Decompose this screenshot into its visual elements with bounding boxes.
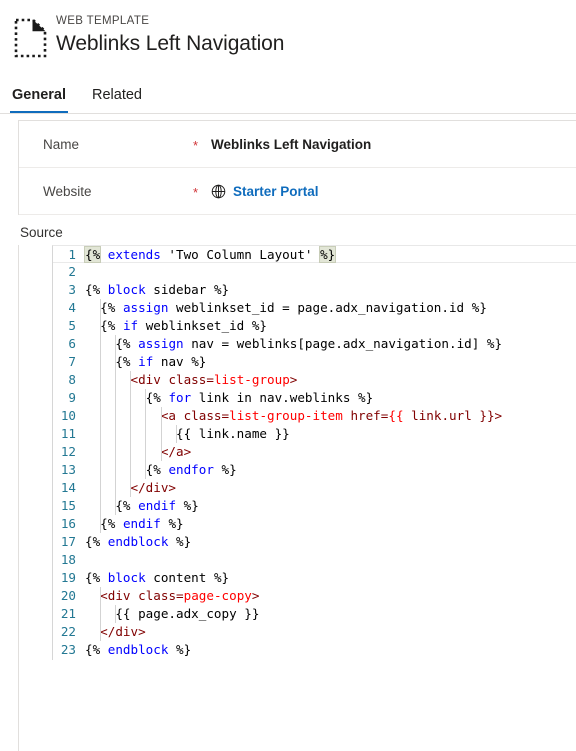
- website-required-indicator: *: [193, 184, 199, 200]
- globe-icon: [211, 184, 226, 199]
- code-text[interactable]: {% endif %}: [85, 515, 576, 533]
- code-line[interactable]: 7 {% if nav %}: [53, 353, 576, 371]
- code-line[interactable]: 1 {% extends 'Two Column Layout' %}: [53, 246, 576, 263]
- code-line[interactable]: 12 </a>: [53, 443, 576, 461]
- code-text[interactable]: </div>: [85, 623, 576, 641]
- code-line[interactable]: 9 {% for link in nav.weblinks %}: [53, 389, 576, 407]
- name-field-value[interactable]: Weblinks Left Navigation: [211, 137, 371, 152]
- line-number: 4: [68, 300, 76, 315]
- line-number: 20: [60, 588, 76, 603]
- tab-bar: General Related: [0, 74, 576, 114]
- web-template-document-icon: [14, 16, 48, 60]
- code-text[interactable]: {{ page.adx_copy }}: [85, 605, 576, 623]
- code-text[interactable]: {% endif %}: [85, 497, 576, 515]
- record-header: WEB TEMPLATE Weblinks Left Navigation: [0, 0, 576, 74]
- code-line[interactable]: 2: [53, 263, 576, 281]
- code-text[interactable]: </div>: [85, 479, 576, 497]
- line-number: 2: [68, 264, 76, 279]
- code-text[interactable]: {% endblock %}: [85, 533, 576, 551]
- line-number: 13: [60, 462, 76, 477]
- form-row-name: Name * Weblinks Left Navigation: [19, 121, 576, 168]
- code-text[interactable]: {% if weblinkset_id %}: [85, 317, 576, 335]
- code-text[interactable]: {% block sidebar %}: [85, 281, 576, 299]
- form-card: Name * Weblinks Left Navigation Website …: [18, 120, 576, 215]
- form-row-website: Website * Starter Portal: [19, 168, 576, 215]
- code-line[interactable]: 18: [53, 551, 576, 569]
- website-lookup-link[interactable]: Starter Portal: [233, 184, 319, 199]
- code-text[interactable]: {% assign weblinkset_id = page.adx_navig…: [85, 299, 576, 317]
- code-text[interactable]: {% if nav %}: [85, 353, 576, 371]
- code-text[interactable]: {% block content %}: [85, 569, 576, 587]
- code-line[interactable]: 21 {{ page.adx_copy }}: [53, 605, 576, 623]
- line-number: 18: [60, 552, 76, 567]
- header-text-block: WEB TEMPLATE Weblinks Left Navigation: [56, 12, 284, 58]
- code-line[interactable]: 23 {% endblock %}: [53, 641, 576, 659]
- code-line[interactable]: 22 </div>: [53, 623, 576, 641]
- source-code-editor[interactable]: 1 {% extends 'Two Column Layout' %} 2 3 {% b…: [52, 245, 576, 660]
- line-number: 5: [68, 318, 76, 333]
- line-number: 14: [60, 480, 76, 495]
- name-required-indicator: *: [193, 137, 199, 153]
- source-editor-container: 1 {% extends 'Two Column Layout' %} 2 3 {% b…: [18, 245, 576, 705]
- code-text[interactable]: <div class=list-group>: [85, 371, 576, 389]
- entity-type-label: WEB TEMPLATE: [56, 15, 150, 27]
- line-number: 23: [60, 642, 76, 657]
- code-text[interactable]: {{ link.name }}: [85, 425, 576, 443]
- code-line[interactable]: 20 <div class=page-copy>: [53, 587, 576, 605]
- code-line[interactable]: 8 <div class=list-group>: [53, 371, 576, 389]
- code-line[interactable]: 3 {% block sidebar %}: [53, 281, 576, 299]
- code-text[interactable]: <a class=list-group-item href={{ link.ur…: [85, 407, 576, 425]
- line-number: 1: [68, 247, 76, 262]
- code-line[interactable]: 11 {{ link.name }}: [53, 425, 576, 443]
- source-section-label: Source: [20, 225, 63, 240]
- code-line[interactable]: 17 {% endblock %}: [53, 533, 576, 551]
- code-line[interactable]: 4 {% assign weblinkset_id = page.adx_nav…: [53, 299, 576, 317]
- line-number: 17: [60, 534, 76, 549]
- page-title: Weblinks Left Navigation: [56, 32, 285, 55]
- code-text[interactable]: {% assign nav = weblinks[page.adx_naviga…: [85, 335, 576, 353]
- website-lookup-value[interactable]: Starter Portal: [211, 184, 319, 199]
- line-number: 9: [68, 390, 76, 405]
- code-line[interactable]: 14 </div>: [53, 479, 576, 497]
- line-number: 19: [60, 570, 76, 585]
- code-line[interactable]: 5 {% if weblinkset_id %}: [53, 317, 576, 335]
- code-line[interactable]: 19 {% block content %}: [53, 569, 576, 587]
- tab-related[interactable]: Related: [90, 86, 144, 113]
- name-field-label: Name: [43, 136, 80, 152]
- code-text[interactable]: {% for link in nav.weblinks %}: [85, 389, 576, 407]
- line-number: 11: [60, 426, 76, 441]
- code-text[interactable]: {% endblock %}: [85, 641, 576, 659]
- line-number: 6: [68, 336, 76, 351]
- code-text[interactable]: {% endfor %}: [85, 461, 576, 479]
- code-line[interactable]: 15 {% endif %}: [53, 497, 576, 515]
- line-number: 22: [60, 624, 76, 639]
- line-number: 15: [60, 498, 76, 513]
- code-line[interactable]: 16 {% endif %}: [53, 515, 576, 533]
- code-line[interactable]: 13 {% endfor %}: [53, 461, 576, 479]
- line-number: 8: [68, 372, 76, 387]
- tab-general[interactable]: General: [10, 86, 68, 113]
- code-line[interactable]: 6 {% assign nav = weblinks[page.adx_navi…: [53, 335, 576, 353]
- code-text[interactable]: </a>: [85, 443, 576, 461]
- line-number: 10: [60, 408, 76, 423]
- code-text[interactable]: <div class=page-copy>: [85, 587, 576, 605]
- code-text[interactable]: [85, 263, 576, 281]
- line-number: 16: [60, 516, 76, 531]
- line-number: 12: [60, 444, 76, 459]
- line-number: 3: [68, 282, 76, 297]
- code-text[interactable]: [85, 551, 576, 569]
- code-text[interactable]: {% extends 'Two Column Layout' %}: [83, 246, 576, 263]
- line-number: 7: [68, 354, 76, 369]
- form-section: Name * Weblinks Left Navigation Website …: [0, 114, 576, 215]
- line-number: 21: [60, 606, 76, 621]
- form-left-rail: [18, 705, 576, 751]
- website-field-label: Website: [43, 183, 92, 199]
- code-line[interactable]: 10 <a class=list-group-item href={{ link…: [53, 407, 576, 425]
